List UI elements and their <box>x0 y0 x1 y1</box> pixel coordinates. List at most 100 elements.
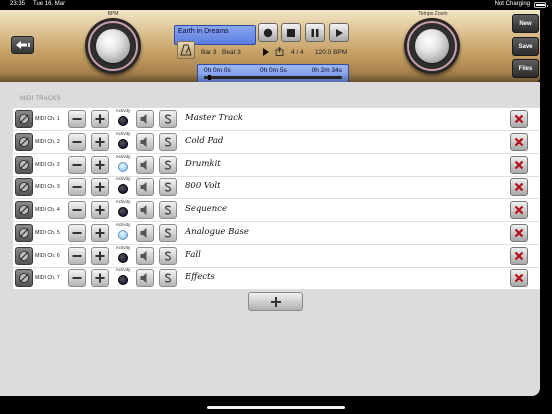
timeline-current: 0h 0m 5s <box>260 67 287 74</box>
share-icon[interactable] <box>275 47 284 56</box>
instrument-button[interactable] <box>15 132 33 151</box>
channel-decrease-button[interactable] <box>68 246 86 265</box>
timeline-scrubber[interactable] <box>204 75 342 80</box>
channel-increase-button[interactable] <box>91 178 109 197</box>
save-button[interactable]: Save <box>512 37 539 56</box>
instrument-icon <box>19 250 29 261</box>
activity-indicator <box>118 275 128 286</box>
channel-decrease-button[interactable] <box>68 132 86 151</box>
channel-increase-button[interactable] <box>91 269 109 288</box>
channel-decrease-button[interactable] <box>68 223 86 242</box>
mute-button[interactable] <box>136 132 154 151</box>
tempo-zoom-knob[interactable] <box>404 18 460 74</box>
time-signature[interactable]: 4 / 4 <box>291 49 304 56</box>
channel-decrease-button[interactable] <box>68 110 86 128</box>
instrument-button[interactable] <box>15 201 33 219</box>
plus-icon <box>95 182 105 192</box>
solo-s-icon <box>164 273 172 283</box>
track-name[interactable]: Sequence <box>185 204 227 214</box>
activity-label: Activity <box>115 130 131 136</box>
new-button[interactable]: New <box>512 14 539 33</box>
track-name[interactable]: Drumkit <box>185 159 221 169</box>
mute-button[interactable] <box>136 110 154 128</box>
delete-track-button[interactable] <box>510 269 528 288</box>
metronome-button[interactable] <box>177 41 195 59</box>
battery-icon <box>534 2 548 8</box>
timeline-display: 0h 0m 0s 0h 0m 5s 0h 2m 34s <box>197 64 349 83</box>
instrument-button[interactable] <box>15 178 33 197</box>
channel-increase-button[interactable] <box>91 201 109 219</box>
track-row: MIDI Ch. 2 Activity Cold Pad <box>13 131 540 154</box>
battery-level <box>536 4 545 6</box>
play-button[interactable] <box>329 23 349 42</box>
close-icon <box>514 160 524 169</box>
instrument-button[interactable] <box>15 155 33 174</box>
play-from-cursor-icon[interactable] <box>263 48 269 56</box>
solo-button[interactable] <box>159 132 177 151</box>
activity-label: Activity <box>115 176 131 182</box>
tempo-readout[interactable]: 120.0 BPM <box>315 49 347 56</box>
instrument-icon <box>19 114 29 124</box>
channel-decrease-button[interactable] <box>68 201 86 219</box>
stop-button[interactable] <box>281 23 301 42</box>
delete-track-button[interactable] <box>510 223 528 242</box>
solo-button[interactable] <box>159 110 177 128</box>
delete-track-button[interactable] <box>510 155 528 174</box>
close-icon <box>514 251 524 260</box>
delete-track-button[interactable] <box>510 132 528 151</box>
instrument-button[interactable] <box>15 269 33 288</box>
solo-button[interactable] <box>159 223 177 242</box>
delete-track-button[interactable] <box>510 201 528 219</box>
channel-decrease-button[interactable] <box>68 155 86 174</box>
close-icon <box>514 114 524 124</box>
track-name[interactable]: Analogue Base <box>185 227 249 237</box>
track-name[interactable]: Cold Pad <box>185 136 223 146</box>
plus-icon <box>95 273 105 283</box>
delete-track-button[interactable] <box>510 178 528 197</box>
instrument-button[interactable] <box>15 246 33 265</box>
files-button[interactable]: Files <box>512 59 539 78</box>
solo-button[interactable] <box>159 246 177 265</box>
channel-increase-button[interactable] <box>91 223 109 242</box>
track-name[interactable]: Fall <box>185 250 201 260</box>
track-name[interactable]: Effects <box>185 272 215 282</box>
track-name[interactable]: 800 Volt <box>185 181 221 191</box>
channel-decrease-button[interactable] <box>68 178 86 197</box>
channel-increase-button[interactable] <box>91 110 109 128</box>
back-button[interactable] <box>11 36 34 54</box>
channel-increase-button[interactable] <box>91 246 109 265</box>
home-indicator[interactable] <box>207 406 345 409</box>
solo-button[interactable] <box>159 201 177 219</box>
midi-channel-label: MIDI Ch. 4 <box>35 207 60 213</box>
pause-button[interactable] <box>305 23 325 42</box>
record-button[interactable] <box>258 23 278 42</box>
instrument-button[interactable] <box>15 110 33 128</box>
activity-label: Activity <box>115 267 131 273</box>
mute-button[interactable] <box>136 223 154 242</box>
mute-button[interactable] <box>136 269 154 288</box>
bpm-knob[interactable] <box>85 18 141 74</box>
channel-increase-button[interactable] <box>91 155 109 174</box>
solo-button[interactable] <box>159 155 177 174</box>
mute-button[interactable] <box>136 155 154 174</box>
delete-track-button[interactable] <box>510 246 528 265</box>
instrument-button[interactable] <box>15 223 33 242</box>
playhead[interactable] <box>208 75 212 80</box>
instrument-icon <box>19 136 29 147</box>
solo-button[interactable] <box>159 178 177 197</box>
activity-label: Activity <box>115 153 131 159</box>
mute-button[interactable] <box>136 201 154 219</box>
delete-track-button[interactable] <box>510 110 528 128</box>
solo-s-icon <box>164 160 172 170</box>
tempo-zoom-knob-label: Tempo Zoom <box>418 11 448 17</box>
mute-button[interactable] <box>136 246 154 265</box>
channel-increase-button[interactable] <box>91 132 109 151</box>
solo-button[interactable] <box>159 269 177 288</box>
mute-button[interactable] <box>136 178 154 197</box>
close-icon <box>514 182 524 192</box>
add-track-button[interactable] <box>248 292 303 311</box>
track-name[interactable]: Master Track <box>185 113 243 123</box>
channel-decrease-button[interactable] <box>68 269 86 288</box>
bpm-knob-cap <box>96 29 130 63</box>
activity-indicator <box>118 252 128 263</box>
